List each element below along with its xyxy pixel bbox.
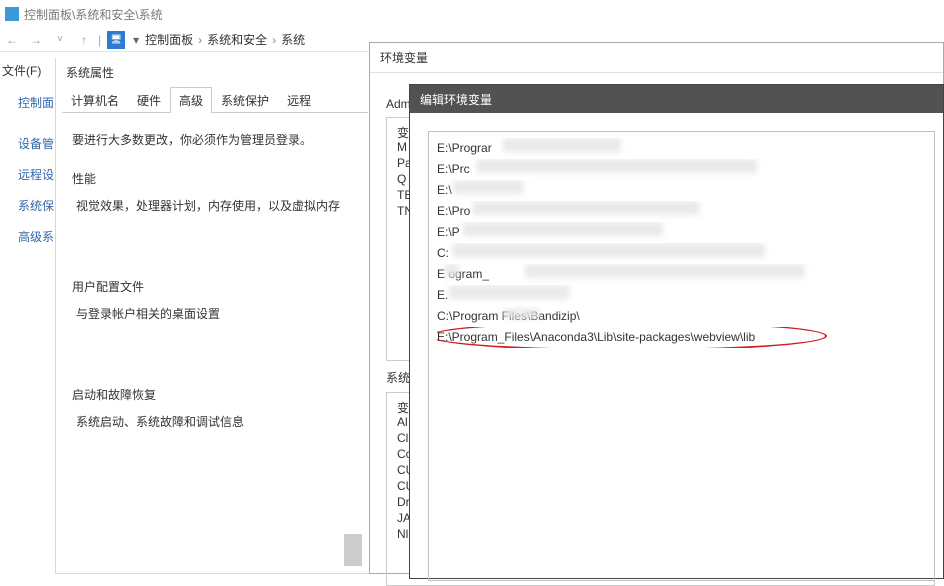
tab-bar: 计算机名 硬件 高级 系统保护 远程: [62, 86, 368, 113]
list-item-highlighted[interactable]: E:\Program_Files\Anaconda3\Lib\site-pack…: [437, 327, 926, 348]
tab-remote[interactable]: 远程: [278, 87, 320, 113]
main-window-title: 控制面板\系统和安全\系统: [24, 6, 163, 23]
admin-note: 要进行大多数更改，你必须作为管理员登录。: [72, 131, 358, 148]
chevron-right-icon[interactable]: ›: [272, 33, 276, 47]
list-item[interactable]: E:\Prograr: [437, 138, 926, 159]
system-properties-dialog: 系统属性 计算机名 硬件 高级 系统保护 远程 要进行大多数更改，你必须作为管理…: [55, 58, 375, 574]
back-button[interactable]: ←: [0, 28, 24, 52]
list-item[interactable]: E.: [437, 285, 926, 306]
tab-hardware[interactable]: 硬件: [128, 87, 170, 113]
profiles-section: 用户配置文件 与登录帐户相关的桌面设置: [72, 278, 358, 322]
section-title: 性能: [72, 170, 358, 187]
list-item[interactable]: E:\Pro: [437, 201, 926, 222]
dialog-body: 要进行大多数更改，你必须作为管理员登录。 性能 视觉效果，处理器计划，内存使用，…: [56, 113, 374, 430]
dialog-title: 系统属性: [56, 58, 374, 86]
tab-system-protection[interactable]: 系统保护: [212, 87, 278, 113]
section-title: 用户配置文件: [72, 278, 358, 295]
file-menu[interactable]: 文件(F): [2, 62, 41, 79]
forward-button[interactable]: →: [24, 28, 48, 52]
breadcrumb-seg-1[interactable]: 控制面板: [143, 31, 195, 48]
tab-computer-name[interactable]: 计算机名: [62, 87, 128, 113]
root-chevron-icon[interactable]: ▾: [129, 33, 143, 47]
list-item[interactable]: C:\Program Files\Bandizip\: [437, 306, 926, 327]
scrollbar-thumb[interactable]: [344, 534, 362, 566]
dialog-body: E:\Prograr E:\Prc E:\ E:\Pro E:\P C: E o…: [410, 113, 943, 581]
path-list[interactable]: E:\Prograr E:\Prc E:\ E:\Pro E:\P C: E o…: [428, 131, 935, 581]
recent-button[interactable]: ˅: [48, 28, 72, 52]
breadcrumb-seg-2[interactable]: 系统和安全: [205, 31, 269, 48]
control-panel-icon: [5, 7, 19, 21]
list-item[interactable]: E:\P: [437, 222, 926, 243]
main-window-titlebar: 控制面板\系统和安全\系统: [0, 3, 163, 25]
section-desc: 与登录帐户相关的桌面设置: [72, 305, 358, 322]
section-title: 启动和故障恢复: [72, 386, 358, 403]
list-item[interactable]: E:\Prc: [437, 159, 926, 180]
list-item[interactable]: E ogram_: [437, 264, 926, 285]
list-item[interactable]: E:\: [437, 180, 926, 201]
section-desc: 视觉效果，处理器计划，内存使用，以及虚拟内存: [72, 197, 358, 214]
dialog-title[interactable]: 编辑环境变量: [410, 85, 943, 113]
breadcrumb-seg-3[interactable]: 系统: [279, 31, 307, 48]
dialog-title: 环境变量: [370, 43, 943, 73]
section-desc: 系统启动、系统故障和调试信息: [72, 413, 358, 430]
edit-env-var-dialog: 编辑环境变量 E:\Prograr E:\Prc E:\ E:\Pro E:\P…: [409, 84, 944, 579]
monitor-icon: 🖥: [107, 31, 125, 49]
highlighted-path-text: E:\Program_Files\Anaconda3\Lib\site-pack…: [437, 330, 755, 344]
startup-section: 启动和故障恢复 系统启动、系统故障和调试信息: [72, 386, 358, 430]
chevron-right-icon[interactable]: ›: [198, 33, 202, 47]
tab-advanced[interactable]: 高级: [170, 87, 212, 113]
up-button[interactable]: ↑: [72, 28, 96, 52]
performance-section: 性能 视觉效果，处理器计划，内存使用，以及虚拟内存: [72, 170, 358, 214]
dialog-title-text: 编辑环境变量: [420, 91, 492, 108]
list-item[interactable]: C:: [437, 243, 926, 264]
